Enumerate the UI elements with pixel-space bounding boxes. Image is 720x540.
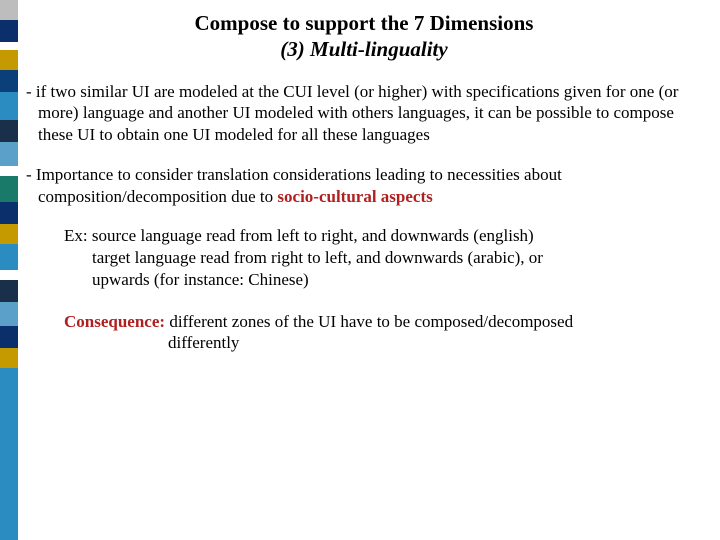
title-line-1: Compose to support the 7 Dimensions xyxy=(24,10,704,36)
deco-segment xyxy=(0,92,18,120)
deco-segment xyxy=(0,0,18,20)
deco-segment xyxy=(0,142,18,166)
deco-segment xyxy=(0,120,18,142)
slide-title: Compose to support the 7 Dimensions (3) … xyxy=(24,10,704,63)
consequence-text-1: different zones of the UI have to be com… xyxy=(165,312,573,331)
title-line-2: (3) Multi-linguality xyxy=(24,36,704,62)
deco-segment xyxy=(0,244,18,270)
consequence-line-1: Consequence: different zones of the UI h… xyxy=(64,311,664,333)
bullet-2-emphasis: socio-cultural aspects xyxy=(277,187,432,206)
example-line-3: upwards (for instance: Chinese) xyxy=(64,269,664,291)
example-line-2: target language read from right to left,… xyxy=(64,247,664,269)
deco-segment xyxy=(0,302,18,326)
deco-segment xyxy=(0,348,18,368)
slide-content: Compose to support the 7 Dimensions (3) … xyxy=(24,0,704,540)
consequence-text-2: differently xyxy=(64,332,664,354)
consequence-block: Consequence: different zones of the UI h… xyxy=(24,311,704,355)
example-block: Ex: source language read from left to ri… xyxy=(24,225,704,290)
consequence-label: Consequence: xyxy=(64,312,165,331)
deco-segment xyxy=(0,280,18,302)
deco-segment xyxy=(0,326,18,348)
deco-segment xyxy=(0,176,18,202)
deco-segment xyxy=(0,42,18,50)
deco-segment xyxy=(0,202,18,224)
bullet-2: - Importance to consider translation con… xyxy=(36,164,704,208)
deco-segment xyxy=(0,368,18,540)
deco-segment xyxy=(0,270,18,280)
deco-segment xyxy=(0,20,18,42)
bullet-1: - if two similar UI are modeled at the C… xyxy=(36,81,704,146)
deco-segment xyxy=(0,50,18,70)
decorative-sidebar-strip xyxy=(0,0,18,540)
deco-segment xyxy=(0,70,18,92)
deco-segment xyxy=(0,166,18,176)
deco-segment xyxy=(0,224,18,244)
example-line-1: Ex: source language read from left to ri… xyxy=(64,225,664,247)
